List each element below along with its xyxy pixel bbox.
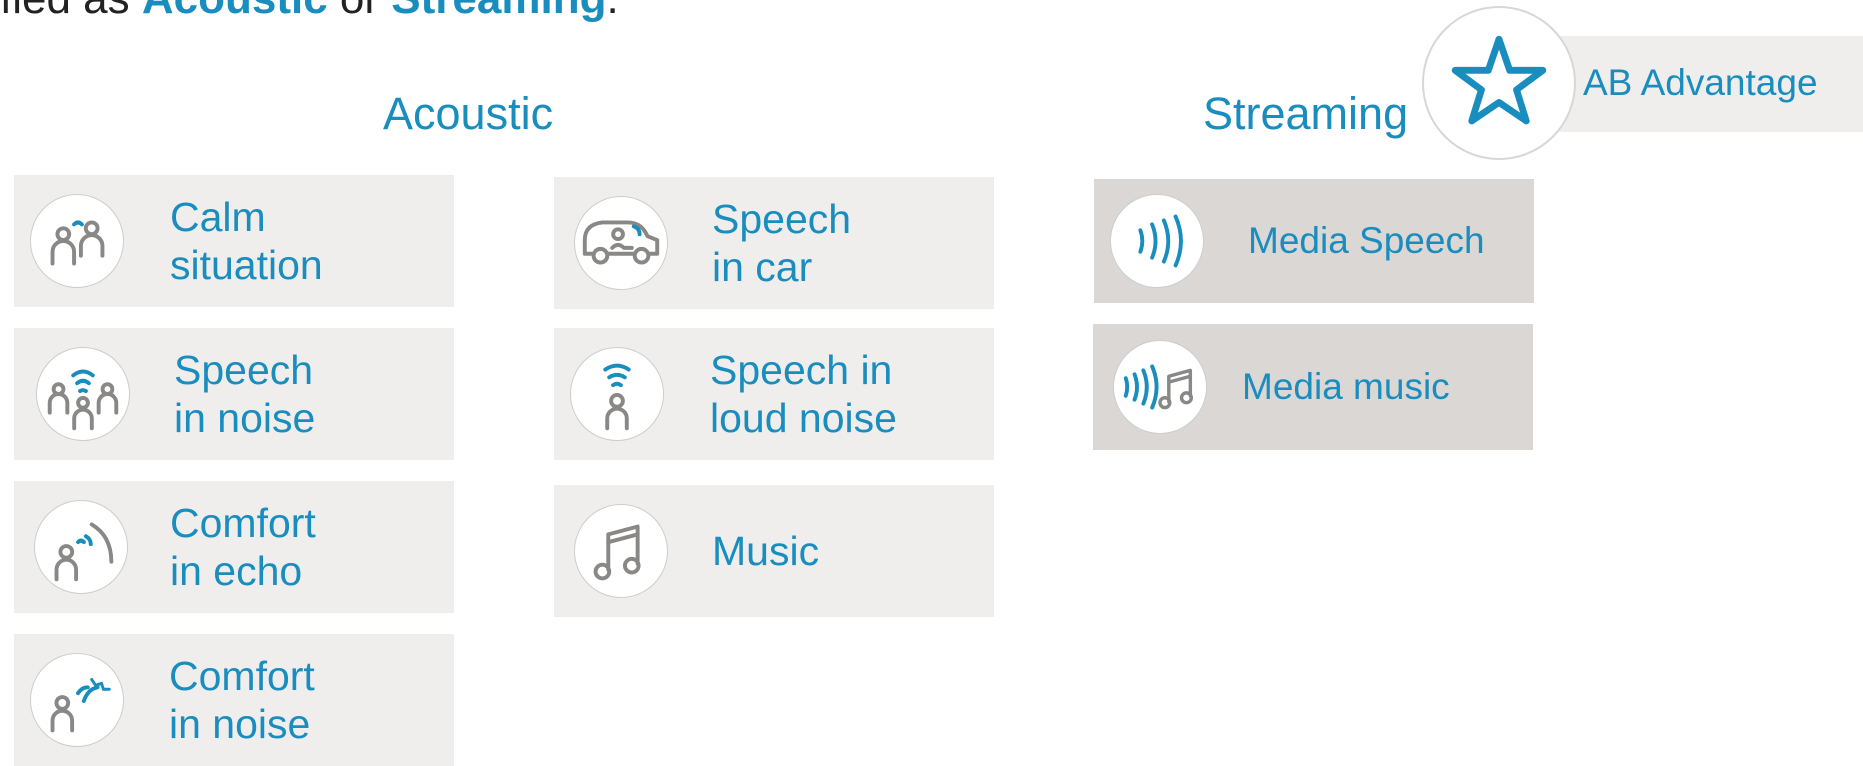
program-speech-in-loud-noise[interactable]: Speech in loud noise [554,328,994,460]
program-label: Comfort in noise [169,653,315,747]
program-label: Calm situation [170,194,323,288]
star-icon [1422,6,1576,160]
program-speech-in-noise[interactable]: Speech in noise [14,328,454,460]
program-label: Comfort in echo [170,500,316,594]
program-label: Music [712,528,820,574]
program-label: Speech in loud noise [710,347,897,441]
intro-text: fied as Acoustic or Streaming. [0,0,619,24]
streaming-heading: Streaming [1203,88,1409,139]
program-label: Media Speech [1248,220,1485,261]
program-comfort-in-noise[interactable]: Comfort in noise [14,634,454,766]
intro-streaming: Streaming [391,0,606,23]
noise-icon [30,653,124,747]
crowd-icon [36,347,130,441]
program-media-music[interactable]: Media music [1093,324,1533,450]
program-label: Speech in noise [174,347,316,441]
program-music[interactable]: Music [554,485,994,617]
program-calm-situation[interactable]: Calm situation [14,175,454,307]
program-speech-in-car[interactable]: Speech in car [554,177,994,309]
program-comfort-in-echo[interactable]: Comfort in echo [14,481,454,613]
stream-waves-icon [1110,194,1204,288]
program-media-speech[interactable]: Media Speech [1094,179,1534,303]
ab-advantage-label: AB Advantage [1583,62,1818,103]
intro-acoustic: Acoustic [142,0,328,23]
program-label: Media music [1242,366,1450,407]
music-note-icon [574,504,668,598]
loud-noise-icon [570,347,664,441]
car-icon [574,196,668,290]
acoustic-heading: Acoustic [383,88,554,139]
two-people-icon [30,194,124,288]
echo-icon [34,500,128,594]
stream-music-icon [1113,340,1207,434]
program-label: Speech in car [712,196,852,290]
